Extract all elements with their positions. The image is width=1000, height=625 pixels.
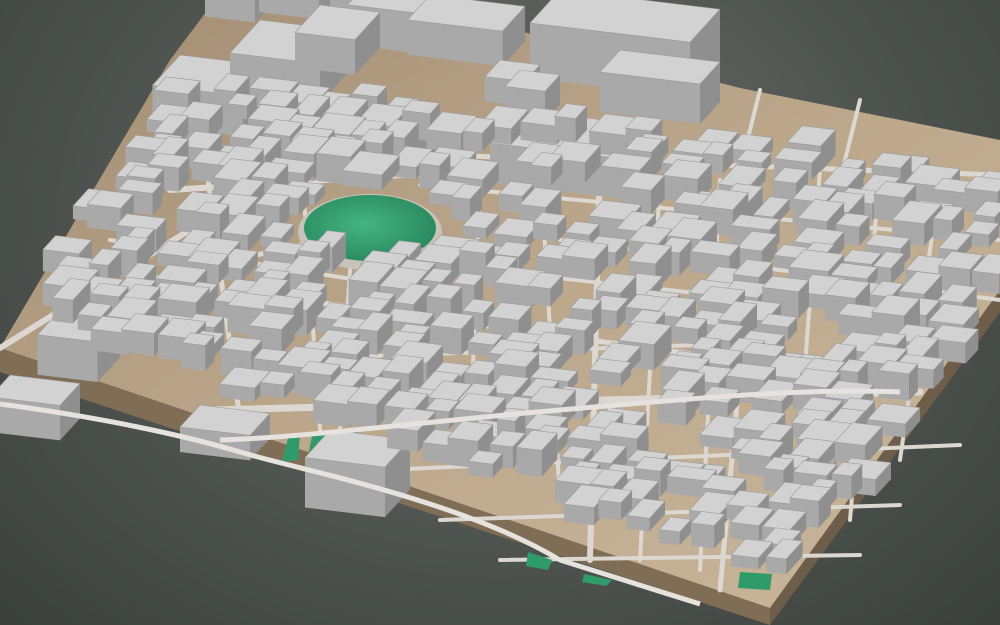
building-front (527, 286, 551, 307)
building-front (598, 500, 621, 521)
building-front (691, 522, 715, 549)
building-front (530, 164, 552, 186)
building-5 (406, 0, 526, 67)
building-14 (179, 404, 271, 461)
building-front (463, 130, 483, 152)
building-front (181, 342, 206, 372)
building-7 (599, 49, 721, 124)
building-front (347, 401, 377, 429)
building-front (87, 204, 121, 232)
building-front (554, 116, 576, 143)
building-325 (657, 389, 697, 426)
strip-park-6 (738, 572, 772, 590)
building-front (121, 329, 155, 356)
building-front (516, 447, 542, 477)
building-front (451, 197, 470, 222)
building-front (878, 370, 909, 401)
building-front (499, 193, 523, 214)
building-front (562, 255, 595, 281)
building-front (52, 297, 73, 324)
building-314 (181, 332, 215, 372)
building-front (37, 334, 98, 382)
building-281 (877, 360, 919, 401)
building-front (313, 400, 350, 428)
city-model-scene (0, 0, 1000, 625)
building-front (657, 399, 686, 426)
building-front (387, 427, 418, 452)
building-front (227, 103, 248, 120)
building-front (533, 222, 558, 242)
building-front (766, 556, 787, 575)
